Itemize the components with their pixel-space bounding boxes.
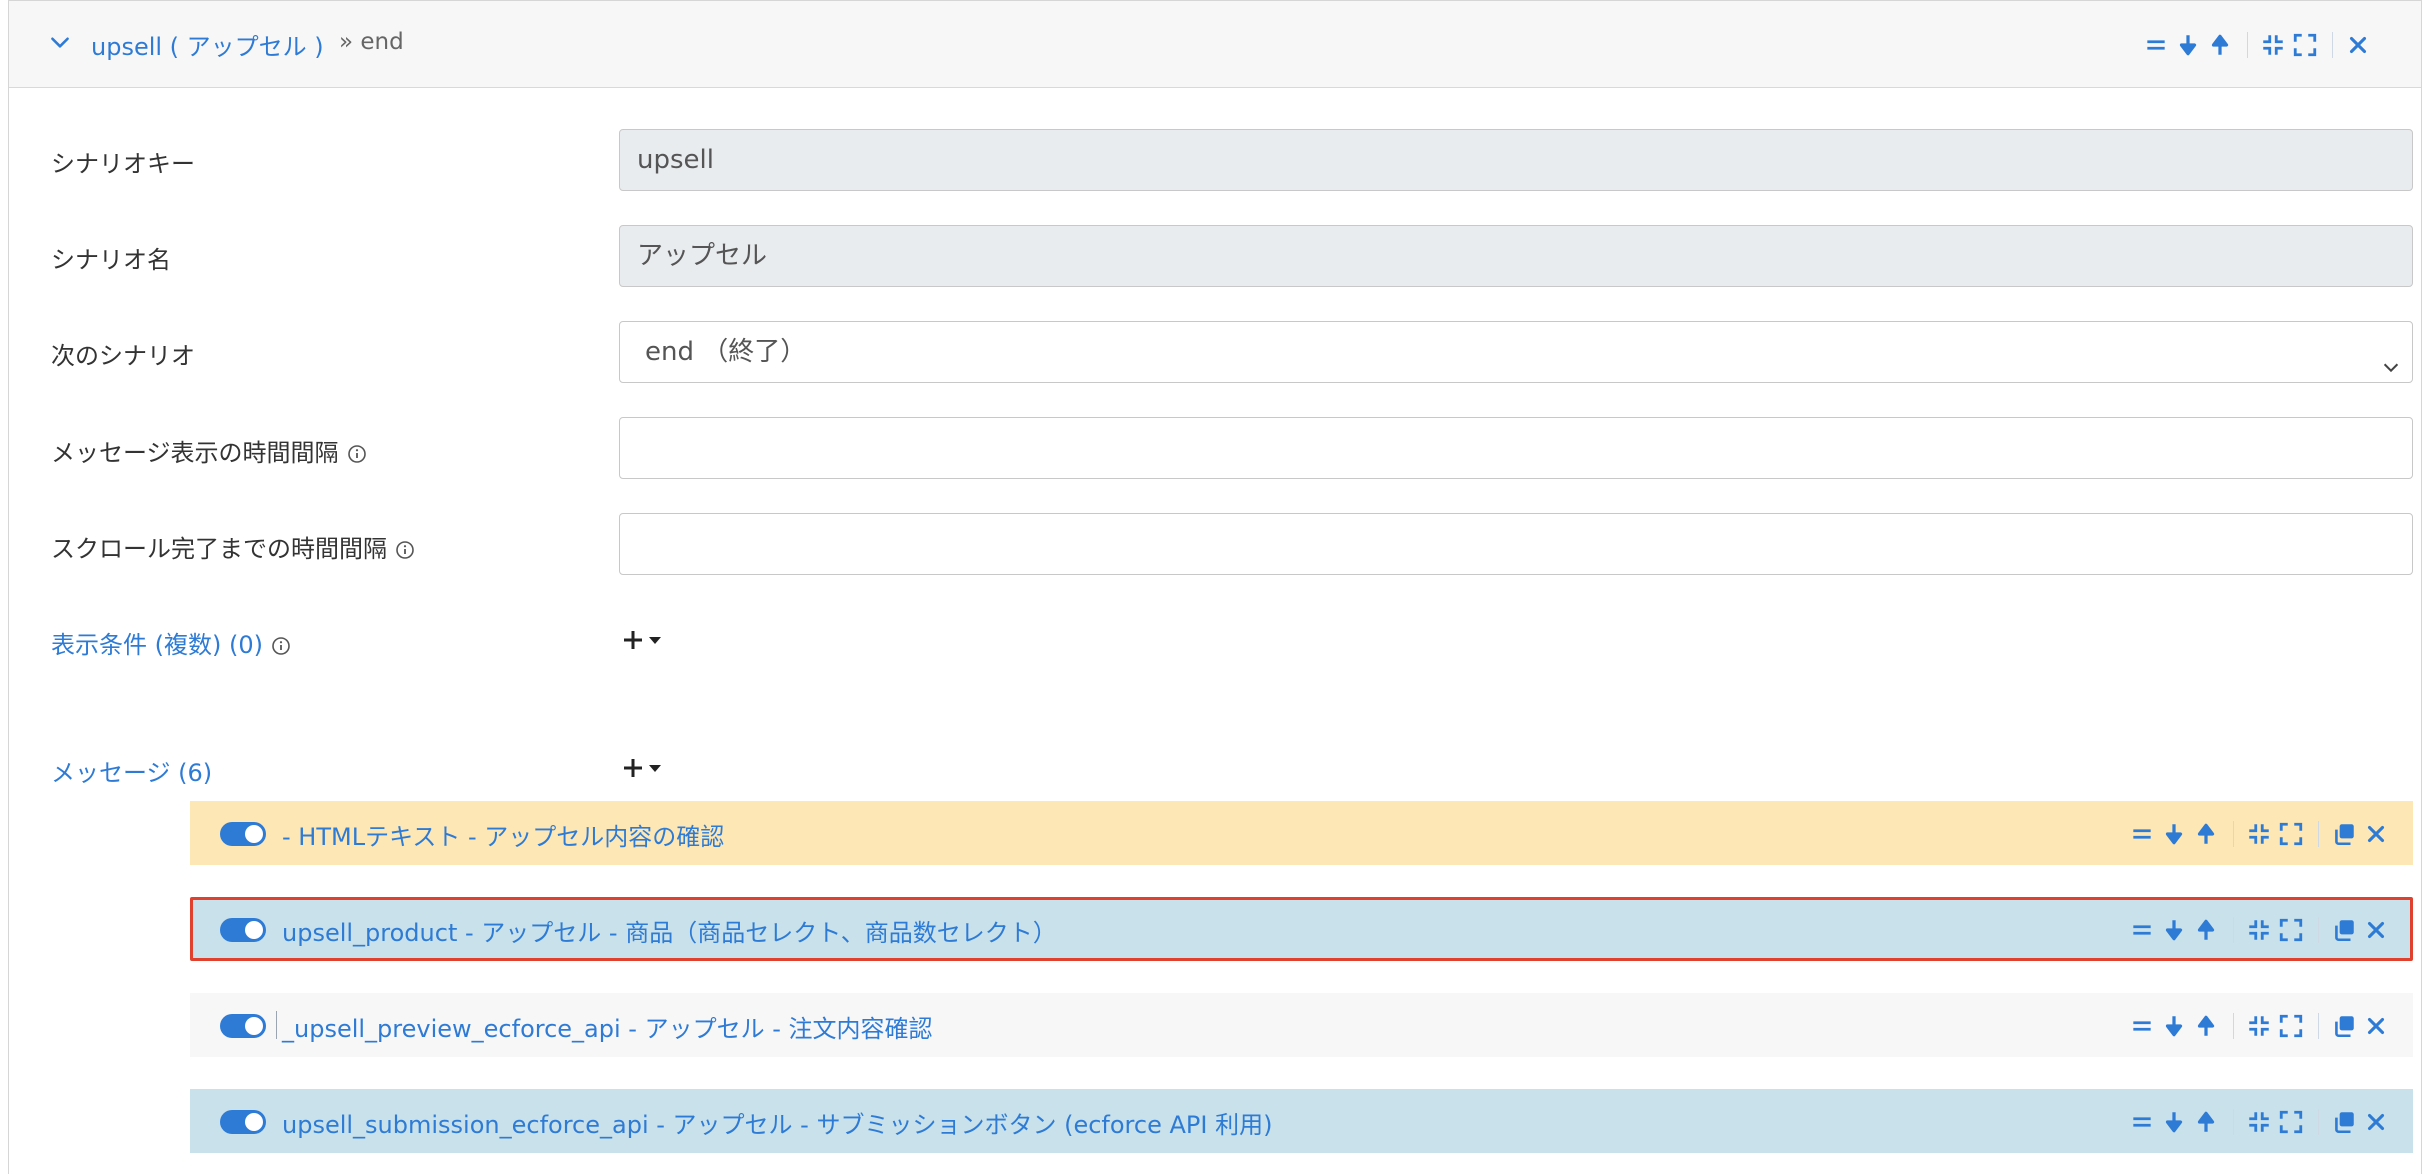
compress-icon[interactable] [2246, 1109, 2272, 1135]
enable-toggle[interactable] [220, 918, 266, 942]
message-toolbar [2129, 1107, 2395, 1137]
close-icon[interactable] [2363, 821, 2389, 847]
info-icon[interactable] [347, 442, 367, 463]
close-icon[interactable] [2363, 1109, 2389, 1135]
toolbar-divider [2233, 1109, 2234, 1135]
compress-icon[interactable] [2260, 32, 2286, 58]
toggle-knob [245, 1113, 263, 1131]
copy-icon[interactable] [2331, 1013, 2357, 1039]
arrow-up-icon[interactable] [2193, 917, 2219, 943]
display-conditions-label[interactable]: 表示条件 (複数) (0) [51, 625, 291, 660]
chevron-down-icon[interactable] [47, 29, 73, 55]
drag-handle-icon[interactable] [2129, 1013, 2155, 1039]
toggle-knob [245, 825, 263, 843]
toolbar-divider [2233, 821, 2234, 847]
drag-handle-icon[interactable] [2129, 917, 2155, 943]
next-scenario-value: end （終了） [645, 337, 807, 367]
expand-icon[interactable] [2278, 1013, 2304, 1039]
toolbar-divider [2233, 917, 2234, 943]
scenario-name-label: シナリオ名 [51, 246, 171, 274]
message-toolbar [2129, 1011, 2395, 1041]
close-icon[interactable] [2345, 32, 2371, 58]
toolbar-divider [2318, 1109, 2319, 1135]
next-scenario-breadcrumb: » end [339, 29, 404, 55]
compress-icon[interactable] [2246, 917, 2272, 943]
next-scenario-select[interactable]: end （終了） [619, 321, 2413, 383]
arrow-up-icon[interactable] [2193, 821, 2219, 847]
toggle-knob [245, 1017, 263, 1035]
arrow-up-icon[interactable] [2193, 1109, 2219, 1135]
toggle-knob [245, 921, 263, 939]
header-toolbar [2143, 30, 2377, 60]
message-toolbar [2129, 915, 2395, 945]
drag-handle-icon[interactable] [2129, 1109, 2155, 1135]
enable-toggle[interactable] [220, 1110, 266, 1134]
scenario-name-field[interactable]: アップセル [619, 225, 2413, 287]
expand-icon[interactable] [2292, 32, 2318, 58]
info-icon[interactable] [271, 634, 291, 655]
chevron-down-icon [2380, 340, 2402, 373]
panel-header: upsell ( アップセル ) » end [9, 1, 2421, 88]
toolbar-divider [2318, 1013, 2319, 1039]
message-row[interactable]: - HTMLテキスト - アップセル内容の確認 [190, 801, 2413, 865]
arrow-down-icon[interactable] [2175, 32, 2201, 58]
row-divider [276, 1011, 277, 1039]
expand-icon[interactable] [2278, 821, 2304, 847]
info-icon[interactable] [395, 538, 415, 559]
scroll-interval-label: スクロール完了までの時間間隔 [51, 529, 415, 564]
toolbar-divider [2233, 1013, 2234, 1039]
message-interval-label: メッセージ表示の時間間隔 [51, 433, 367, 468]
copy-icon[interactable] [2331, 917, 2357, 943]
close-icon[interactable] [2363, 917, 2389, 943]
drag-handle-icon[interactable] [2129, 821, 2155, 847]
next-scenario-label: 次のシナリオ [51, 342, 195, 370]
arrow-down-icon[interactable] [2161, 1109, 2187, 1135]
copy-icon[interactable] [2331, 821, 2357, 847]
drag-handle-icon[interactable] [2143, 32, 2169, 58]
scenario-title[interactable]: upsell ( アップセル ) [91, 27, 324, 62]
message-title[interactable]: upsell_submission_ecforce_api - アップセル - … [282, 1105, 1272, 1140]
display-conditions-text: 表示条件 (複数) (0) [51, 631, 263, 659]
message-row[interactable]: _upsell_preview_ecforce_api - アップセル - 注文… [190, 993, 2413, 1057]
message-row-selected[interactable]: upsell_product - アップセル - 商品（商品セレクト、商品数セレ… [190, 897, 2413, 961]
scenario-key-field[interactable]: upsell [619, 129, 2413, 191]
toolbar-divider [2332, 32, 2333, 58]
message-interval-text: メッセージ表示の時間間隔 [51, 439, 339, 467]
close-icon[interactable] [2363, 1013, 2389, 1039]
scenario-key-label: シナリオキー [51, 150, 195, 178]
scroll-interval-input[interactable] [619, 513, 2413, 575]
expand-icon[interactable] [2278, 1109, 2304, 1135]
expand-icon[interactable] [2278, 917, 2304, 943]
message-title[interactable]: - HTMLテキスト - アップセル内容の確認 [282, 817, 724, 852]
compress-icon[interactable] [2246, 1013, 2272, 1039]
scroll-interval-text: スクロール完了までの時間間隔 [51, 535, 387, 563]
copy-icon[interactable] [2331, 1109, 2357, 1135]
message-title[interactable]: _upsell_preview_ecforce_api - アップセル - 注文… [282, 1009, 933, 1044]
compress-icon[interactable] [2246, 821, 2272, 847]
toolbar-divider [2247, 32, 2248, 58]
arrow-down-icon[interactable] [2161, 917, 2187, 943]
enable-toggle[interactable] [220, 822, 266, 846]
message-toolbar [2129, 819, 2395, 849]
arrow-up-icon[interactable] [2193, 1013, 2219, 1039]
message-title[interactable]: upsell_product - アップセル - 商品（商品セレクト、商品数セレ… [282, 913, 1057, 948]
toolbar-divider [2318, 821, 2319, 847]
toolbar-divider [2318, 917, 2319, 943]
message-interval-input[interactable] [619, 417, 2413, 479]
add-condition-button[interactable] [623, 625, 667, 655]
messages-label[interactable]: メッセージ (6) [51, 753, 212, 788]
add-message-button[interactable] [623, 753, 667, 783]
scenario-panel: upsell ( アップセル ) » end シナリオキー upsell シナリ… [8, 0, 2422, 1174]
message-row[interactable]: upsell_submission_ecforce_api - アップセル - … [190, 1089, 2413, 1153]
enable-toggle[interactable] [220, 1014, 266, 1038]
arrow-up-icon[interactable] [2207, 32, 2233, 58]
arrow-down-icon[interactable] [2161, 821, 2187, 847]
arrow-down-icon[interactable] [2161, 1013, 2187, 1039]
